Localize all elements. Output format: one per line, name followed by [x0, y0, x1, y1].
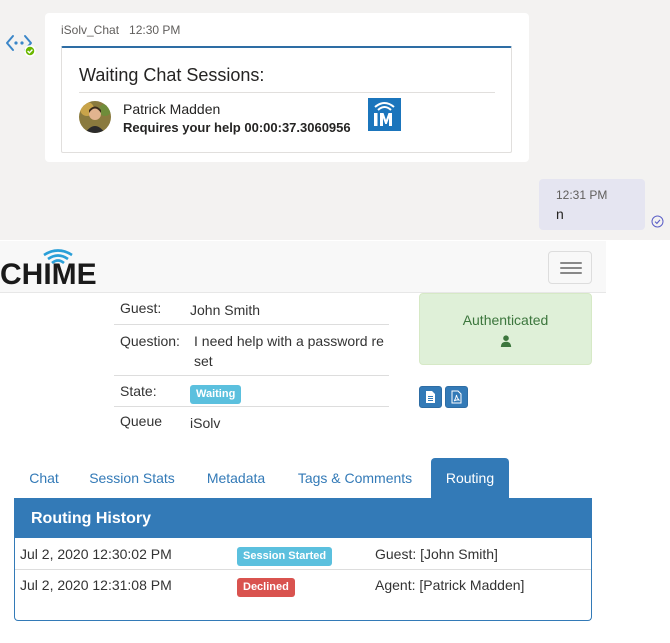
row-datetime: Jul 2, 2020 12:31:08 PM: [20, 577, 172, 593]
table-row: Jul 2, 2020 12:30:02 PM Session Started …: [15, 539, 591, 570]
message-time: 12:30 PM: [129, 23, 181, 37]
auth-status-box: Authenticated: [419, 293, 592, 365]
tab-chat[interactable]: Chat: [19, 458, 69, 499]
hamburger-bar: [560, 262, 582, 264]
panel-title: Routing History: [31, 510, 151, 527]
question-value: I need help with a password reset: [194, 333, 384, 369]
row-event: Session Started: [237, 546, 333, 566]
guest-label: Guest:: [120, 300, 162, 316]
user-message-text: n: [556, 206, 564, 222]
state-value: Waiting: [190, 382, 386, 404]
card-title: Waiting Chat Sessions:: [79, 65, 265, 85]
menu-toggle-button[interactable]: [548, 251, 592, 284]
user-icon: [500, 334, 512, 347]
user-message: 12:31 PM n: [539, 179, 645, 230]
tab-tags-comments[interactable]: Tags & Comments: [290, 458, 420, 499]
agent-avatar: [79, 101, 111, 133]
tab-metadata[interactable]: Metadata: [195, 458, 277, 499]
row-datetime: Jul 2, 2020 12:30:02 PM: [20, 546, 172, 562]
agent-name: Patrick Madden: [123, 101, 221, 117]
chime-navbar: CHIME: [0, 241, 606, 293]
state-label: State:: [120, 383, 157, 399]
user-message-time: 12:31 PM: [556, 188, 608, 202]
chime-logo[interactable]: CHIME: [0, 245, 100, 291]
hamburger-bar: [560, 267, 582, 269]
session-info-table: Guest: John Smith Question: I need help …: [114, 295, 389, 437]
tab-session-stats[interactable]: Session Stats: [82, 458, 182, 499]
queue-label: Queue: [120, 413, 163, 429]
help-request-text: Requires your help 00:00:37.3060956: [123, 120, 351, 135]
im-logo-icon: [368, 98, 401, 131]
tab-routing[interactable]: Routing: [431, 458, 509, 499]
queue-row: Queue iSolv: [114, 407, 389, 437]
hamburger-bar: [560, 272, 582, 274]
document-icon: [426, 391, 435, 403]
detail-tabs: Chat Session Stats Metadata Tags & Comme…: [14, 458, 592, 499]
panel-heading: Routing History: [15, 499, 591, 538]
chat-area: iSolv_Chat 12:30 PM Waiting Chat Sessions…: [0, 0, 670, 240]
question-label: Question:: [120, 333, 180, 349]
state-badge: Waiting: [190, 385, 242, 404]
adaptive-card: Waiting Chat Sessions: Patrick Madden Re…: [61, 46, 512, 153]
event-badge: Declined: [237, 578, 295, 597]
question-row: Question: I need help with a password re…: [114, 325, 389, 376]
row-detail: Guest: [John Smith]: [375, 546, 498, 562]
bot-avatar-icon: [5, 30, 37, 58]
message-header: iSolv_Chat 12:30 PM: [61, 23, 180, 37]
pdf-icon: [451, 390, 462, 404]
guest-value: John Smith: [190, 302, 261, 318]
card-divider: [79, 92, 495, 93]
read-receipt-icon: [651, 215, 664, 228]
event-badge: Session Started: [237, 547, 333, 566]
row-event: Declined: [237, 577, 295, 597]
guest-row: Guest: John Smith: [114, 295, 389, 325]
document-button[interactable]: [419, 386, 442, 408]
routing-history-panel: Routing History Jul 2, 2020 12:30:02 PM …: [14, 499, 592, 621]
bot-message-card: iSolv_Chat 12:30 PM Waiting Chat Sessions…: [45, 13, 529, 162]
pdf-button[interactable]: [445, 386, 468, 408]
queue-value: iSolv: [190, 415, 221, 431]
chime-logo-text: CHIME: [0, 258, 97, 291]
state-row: State: Waiting: [114, 376, 389, 407]
auth-status-text: Authenticated: [462, 312, 549, 328]
table-row: Jul 2, 2020 12:31:08 PM Declined Agent: …: [15, 570, 591, 601]
row-detail: Agent: [Patrick Madden]: [375, 577, 525, 593]
message-sender: iSolv_Chat: [61, 23, 120, 37]
